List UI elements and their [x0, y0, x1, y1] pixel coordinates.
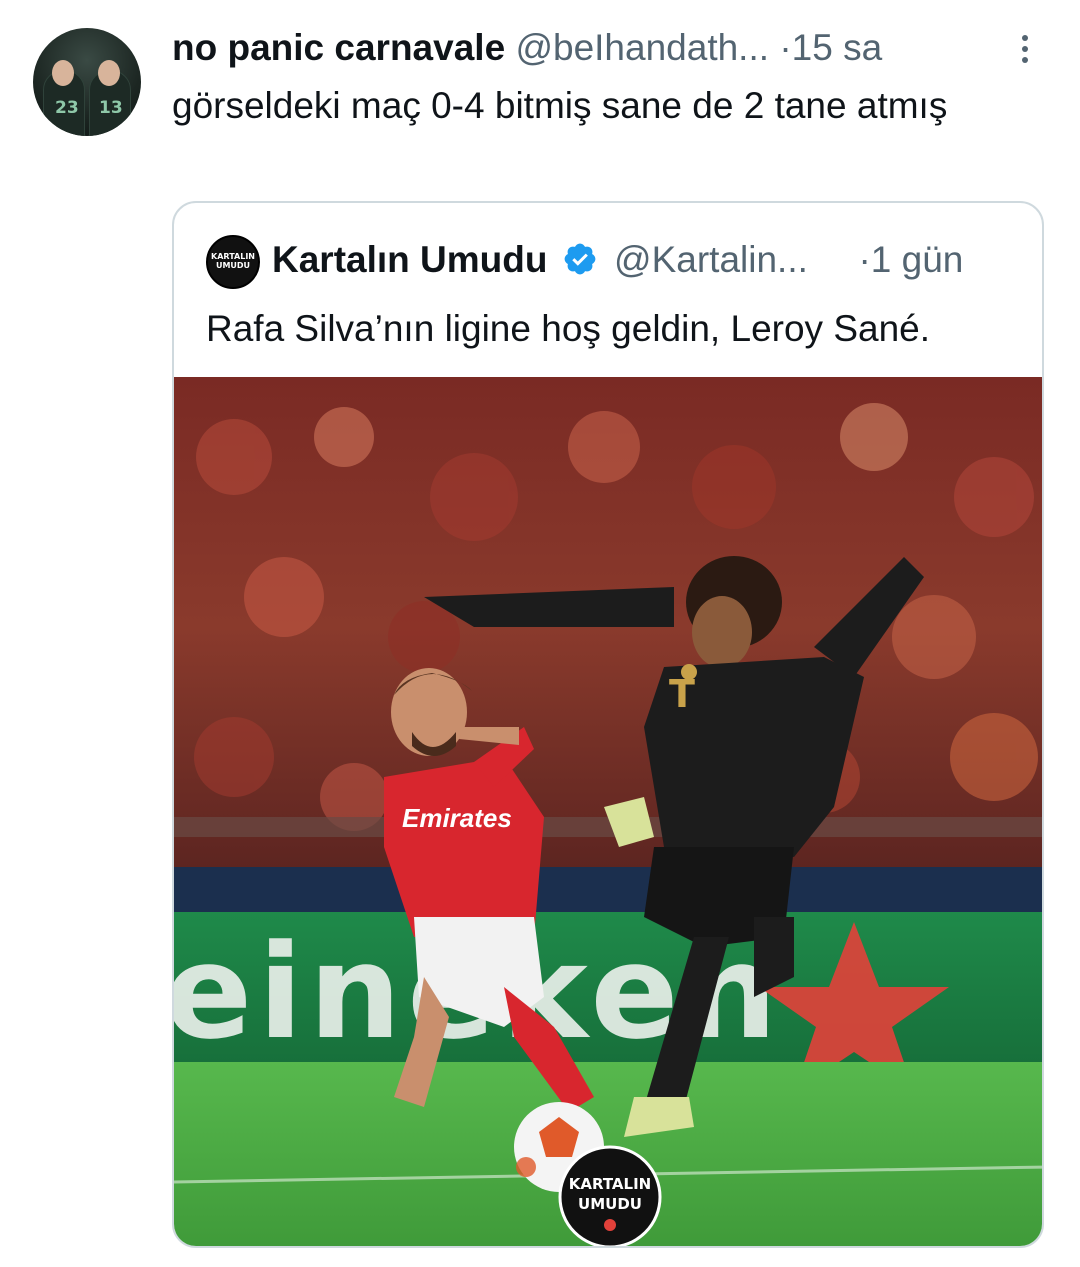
more-dot [1022, 35, 1028, 41]
watermark-line-2: UMUDU [578, 1195, 642, 1213]
author-display-name[interactable]: no panic carnavale [172, 27, 505, 68]
shirt-sponsor: Emirates [402, 803, 512, 833]
watermark-logo: KARTALIN UMUDU [558, 1145, 662, 1246]
quoted-media-photo[interactable]: eineken Emirates [174, 377, 1042, 1246]
quoted-header-separator: · [858, 239, 871, 280]
quoted-avatar-line-2: UMUDU [215, 261, 251, 270]
more-dot [1022, 57, 1028, 63]
quoted-author-avatar[interactable]: KARTALIN UMUDU [206, 235, 260, 289]
avatar-head-left [52, 60, 74, 86]
avatar-number-right: 13 [99, 98, 123, 118]
watermark-line-1: KARTALIN [569, 1175, 651, 1193]
quoted-timestamp[interactable]: 1 gün [871, 239, 964, 280]
quoted-avatar-line-1: KARTALIN [211, 252, 255, 261]
author-handle[interactable]: @beIhandath... [515, 27, 769, 68]
quoted-tweet-text: Rafa Silva’nın ligine hoş geldin, Leroy … [206, 308, 931, 349]
author-avatar[interactable]: 23 13 [33, 28, 141, 136]
more-vertical-icon[interactable] [1016, 30, 1034, 70]
more-dot [1022, 46, 1028, 52]
quoted-header: Kartalın Umudu @Kartalin... ·1 gün [272, 237, 1032, 283]
quoted-author-display-name[interactable]: Kartalın Umudu [272, 239, 547, 280]
tweet-header: no panic carnavale @beIhandath... ·15 sa [172, 26, 1032, 70]
quoted-tweet[interactable]: KARTALIN UMUDU Kartalın Umudu @Kartalin.… [172, 201, 1044, 1248]
shirt-logo-icon: T [669, 672, 695, 716]
football-photo: eineken Emirates [174, 377, 1042, 1246]
tweet-text: görseldeki maç 0-4 bitmiş sane de 2 tane… [172, 85, 948, 126]
verified-badge-icon [564, 243, 596, 275]
avatar-head-right [98, 60, 120, 86]
avatar-number-left: 23 [55, 98, 79, 118]
quoted-author-handle[interactable]: @Kartalin... [614, 239, 808, 280]
tweet[interactable]: 23 13 no panic carnavale @beIhandath... … [0, 0, 1080, 1267]
stand-band [174, 867, 1042, 912]
header-separator: · [779, 27, 792, 68]
tweet-timestamp[interactable]: 15 sa [792, 27, 883, 68]
